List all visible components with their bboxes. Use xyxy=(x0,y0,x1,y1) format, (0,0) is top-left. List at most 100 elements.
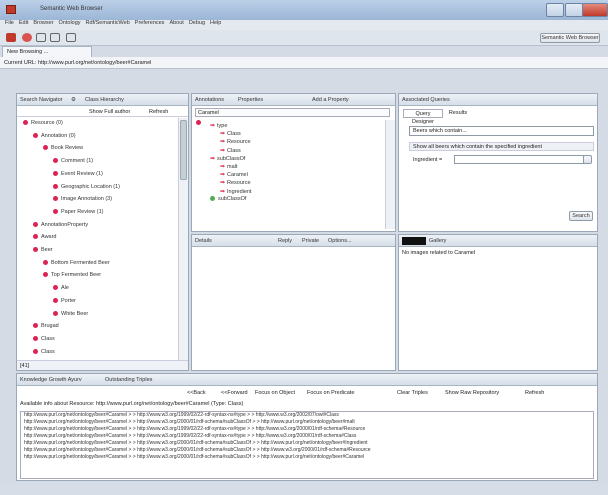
tree-item[interactable]: Geographic Location (1) xyxy=(53,184,120,190)
tree-item[interactable]: Event Review (1) xyxy=(53,171,103,177)
property-tree-item[interactable]: ➡ Resource xyxy=(220,179,251,186)
tree-item-label: Resource (0) xyxy=(31,120,63,126)
menu-item-about[interactable]: About xyxy=(169,20,183,26)
tab-knowledge-growth[interactable]: Knowledge Growth Ayurv xyxy=(20,377,82,383)
triples-action-show-raw-repository[interactable]: Show Raw Repository xyxy=(445,390,499,396)
triple-row[interactable]: http://www.purl.org/net/ontology/beer#Ca… xyxy=(21,440,593,447)
ingredient-input[interactable] xyxy=(454,155,584,164)
options-button[interactable]: Options... xyxy=(328,238,352,244)
tree-item[interactable]: Top Fermented Beer xyxy=(43,272,101,278)
tab-class-hierarchy[interactable]: Class Hierarchy xyxy=(85,97,124,103)
tab-outstanding-triples[interactable]: Outstanding Triples xyxy=(105,377,152,383)
triples-action-refresh[interactable]: Refresh xyxy=(525,390,544,396)
home-icon[interactable] xyxy=(22,33,32,42)
reply-button[interactable]: Reply xyxy=(278,238,292,244)
tree-item[interactable]: Brugad xyxy=(33,323,59,329)
property-tree-item[interactable]: ➡ Ingredient xyxy=(220,188,252,195)
tree-item-label: Top Fermented Beer xyxy=(51,272,102,279)
query-select[interactable]: Beers which contain... xyxy=(409,126,594,136)
triple-row[interactable]: http://www.purl.org/net/ontology/beer#Ca… xyxy=(21,412,593,419)
property-tree-item[interactable]: ➡ Class xyxy=(220,130,241,137)
close-icon[interactable] xyxy=(582,3,608,17)
tab-properties[interactable]: Properties xyxy=(238,97,263,103)
tree-item[interactable]: Porter xyxy=(53,298,76,304)
stop-icon[interactable] xyxy=(6,33,16,42)
bookmark-icon[interactable] xyxy=(50,33,60,42)
property-tree-item[interactable]: ➡ Resource xyxy=(220,138,251,145)
property-tree-item[interactable]: ➡ subClassOf xyxy=(210,155,245,162)
class-icon xyxy=(33,221,38,227)
tab-new-browsing[interactable]: New Browsing ... xyxy=(2,46,92,57)
tree-item[interactable]: Comment (1) xyxy=(53,158,93,164)
tree-item[interactable]: Paper Review (1) xyxy=(53,209,104,215)
tree-item[interactable]: Beer xyxy=(33,247,53,253)
triples-action-clear-triples[interactable]: Clear Triples xyxy=(397,390,428,396)
property-tree-label: type xyxy=(217,123,228,129)
resource-field[interactable]: Caramel xyxy=(195,108,390,117)
tree-item-label: Book Review xyxy=(51,145,84,152)
tree-item[interactable]: Resource (0) xyxy=(23,120,63,126)
tab-results[interactable]: Results xyxy=(445,109,471,118)
private-button[interactable]: Private xyxy=(302,238,319,244)
tab-gallery[interactable]: Gallery xyxy=(429,238,446,244)
page-icon[interactable] xyxy=(36,33,46,42)
show-full-author-button[interactable]: Show Full author xyxy=(89,109,130,115)
property-tree-label: Resource xyxy=(227,180,251,187)
triple-row[interactable]: http://www.purl.org/net/ontology/beer#Ca… xyxy=(21,454,593,461)
menu-item-preferences[interactable]: Preferences xyxy=(135,20,165,26)
gear-icon[interactable]: ⚙ xyxy=(71,97,76,103)
url-input[interactable]: http://www.purl.org/net/ontology/beer#Ca… xyxy=(38,60,151,66)
maximize-icon[interactable] xyxy=(565,3,583,17)
property-tree-item[interactable]: ➡ malt xyxy=(220,163,237,170)
menu-item-rdf-semanticweb[interactable]: Rdf/SemanticWeb xyxy=(86,20,130,26)
refresh-icon[interactable] xyxy=(66,33,76,42)
dropdown-icon[interactable] xyxy=(583,155,592,164)
property-tree-item[interactable]: subClassOf xyxy=(210,196,246,202)
triples-action-focus-on-predicate[interactable]: Focus on Predicate xyxy=(307,390,354,396)
add-property-button[interactable]: Add a Property xyxy=(312,97,349,103)
triples-action-forward[interactable]: <<Forward xyxy=(221,390,248,396)
property-tree-item[interactable]: ➡ Class xyxy=(220,147,241,154)
tree-item[interactable]: Class xyxy=(33,349,55,355)
triples-action-back[interactable]: <<Back xyxy=(187,390,206,396)
triple-row[interactable]: http://www.purl.org/net/ontology/beer#Ca… xyxy=(21,447,593,454)
tree-item[interactable]: White Beer xyxy=(53,311,88,317)
horizontal-scrollbar[interactable]: [41] xyxy=(17,360,188,370)
tab-query-designer[interactable]: Query Designer xyxy=(403,109,443,125)
search-button[interactable]: Search xyxy=(569,211,593,221)
menu-item-help[interactable]: Help xyxy=(210,20,221,26)
tree-item[interactable]: Class xyxy=(33,336,55,342)
menu-item-edit[interactable]: Edit xyxy=(19,20,28,26)
tree-item[interactable]: Bottom Fermented Beer xyxy=(43,260,110,266)
semantic-web-browser-button[interactable]: Semantic Web Browser xyxy=(540,33,600,43)
triples-action-focus-on-object[interactable]: Focus on Object xyxy=(255,390,295,396)
tree-item-label: Ale xyxy=(61,285,69,292)
tree-item[interactable]: Book Review xyxy=(43,145,83,151)
property-tree-label: Class xyxy=(227,147,241,154)
minimize-icon[interactable] xyxy=(546,3,564,17)
triples-panel-header: Knowledge Growth Ayurv Outstanding Tripl… xyxy=(17,374,597,386)
property-scrollbar[interactable] xyxy=(385,120,395,229)
menu-item-ontology[interactable]: Ontology xyxy=(59,20,81,26)
tab-search-navigator[interactable]: Search Navigator xyxy=(20,97,63,103)
tree-item[interactable]: Ale xyxy=(53,285,69,291)
vertical-scrollbar[interactable] xyxy=(178,118,188,360)
tree-item[interactable]: Award xyxy=(33,234,57,240)
refresh-button[interactable]: Refresh xyxy=(149,109,168,115)
tree-item[interactable]: Annotation (0) xyxy=(33,133,76,139)
property-tree-item[interactable]: ➡ Caramel xyxy=(220,171,248,178)
property-tree-item[interactable]: ➡ type xyxy=(210,122,227,129)
triple-row[interactable]: http://www.purl.org/net/ontology/beer#Ca… xyxy=(21,419,593,426)
triple-row[interactable]: http://www.purl.org/net/ontology/beer#Ca… xyxy=(21,433,593,440)
triples-panel: Knowledge Growth Ayurv Outstanding Tripl… xyxy=(16,373,598,481)
menu-item-debug[interactable]: Debug xyxy=(189,20,205,26)
tree-item[interactable]: Image Annotation (3) xyxy=(53,196,112,202)
tab-details[interactable]: Details xyxy=(195,238,212,244)
triple-row[interactable]: http://www.purl.org/net/ontology/beer#Ca… xyxy=(21,426,593,433)
tab-annotations[interactable]: Annotations xyxy=(195,97,224,103)
menu-item-file[interactable]: File xyxy=(5,20,14,26)
tab-associated-queries[interactable]: Associated Queries xyxy=(402,97,450,103)
tree-item[interactable]: AnnotationProperty xyxy=(33,222,88,228)
property-tree-root[interactable] xyxy=(196,120,204,126)
menu-item-browser[interactable]: Browser xyxy=(33,20,53,26)
